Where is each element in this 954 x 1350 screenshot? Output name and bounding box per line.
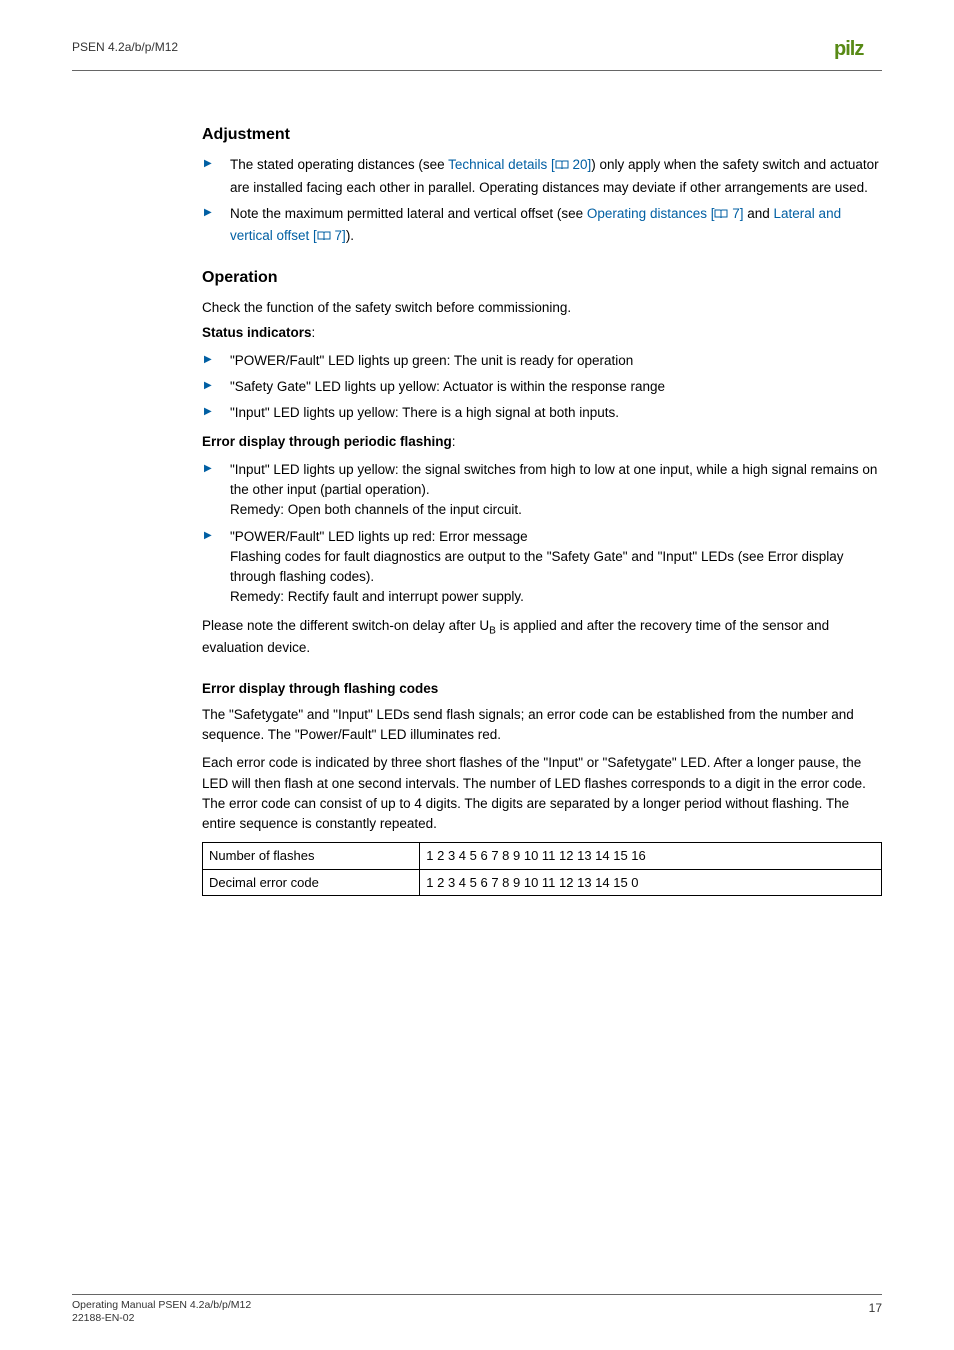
list-item: "POWER/Fault" LED lights up red: Error m… <box>202 527 882 608</box>
table-cell-label: Decimal error code <box>203 869 420 896</box>
error-flash-label: Error display through periodic flashing: <box>202 432 882 452</box>
table-row: Decimal error code 1 2 3 4 5 6 7 8 9 10 … <box>203 869 882 896</box>
status-indicators-list: "POWER/Fault" LED lights up green: The u… <box>202 351 882 424</box>
flash-codes-table: Number of flashes 1 2 3 4 5 6 7 8 9 10 1… <box>202 842 882 896</box>
page-footer: Operating Manual PSEN 4.2a/b/p/M12 22188… <box>72 1294 882 1326</box>
list-item: Note the maximum permitted lateral and v… <box>202 204 882 249</box>
heading-adjustment: Adjustment <box>202 123 882 147</box>
heading-flash-codes: Error display through flashing codes <box>202 679 882 699</box>
flash-codes-p1: The "Safetygate" and "Input" LEDs send f… <box>202 705 882 746</box>
link-technical-details[interactable]: Technical details [ 20] <box>448 157 591 172</box>
heading-operation: Operation <box>202 266 882 290</box>
list-item: "POWER/Fault" LED lights up green: The u… <box>202 351 882 371</box>
adjustment-list: The stated operating distances (see Tech… <box>202 155 882 248</box>
footer-doc-number: 22188-EN-02 <box>72 1312 251 1326</box>
list-item: The stated operating distances (see Tech… <box>202 155 882 198</box>
book-icon <box>714 206 728 226</box>
text: The stated operating distances (see <box>230 157 448 172</box>
operation-intro: Check the function of the safety switch … <box>202 298 882 318</box>
text: Note the maximum permitted lateral and v… <box>230 206 587 221</box>
text: ). <box>346 228 354 243</box>
text: and <box>744 206 774 221</box>
table-cell-label: Number of flashes <box>203 843 420 870</box>
page-header: PSEN 4.2a/b/p/M12 pilz <box>72 38 882 71</box>
footer-left: Operating Manual PSEN 4.2a/b/p/M12 22188… <box>72 1299 251 1326</box>
error-flash-list: "Input" LED lights up yellow: the signal… <box>202 460 882 608</box>
svg-text:pilz: pilz <box>834 38 864 60</box>
book-icon <box>555 157 569 177</box>
table-cell-value: 1 2 3 4 5 6 7 8 9 10 11 12 13 14 15 16 <box>420 843 882 870</box>
header-product: PSEN 4.2a/b/p/M12 <box>72 38 178 56</box>
brand-logo: pilz <box>834 38 882 66</box>
footer-page-number: 17 <box>869 1299 882 1326</box>
flash-codes-p2: Each error code is indicated by three sh… <box>202 753 882 834</box>
list-item: "Input" LED lights up yellow: There is a… <box>202 403 882 423</box>
page-content: Adjustment The stated operating distance… <box>202 123 882 896</box>
link-operating-distances[interactable]: Operating distances [ 7] <box>587 206 744 221</box>
list-item: "Safety Gate" LED lights up yellow: Actu… <box>202 377 882 397</box>
status-indicators-label: Status indicators: <box>202 323 882 343</box>
switch-on-note: Please note the different switch-on dela… <box>202 616 882 659</box>
list-item: "Input" LED lights up yellow: the signal… <box>202 460 882 521</box>
book-icon <box>317 228 331 248</box>
table-row: Number of flashes 1 2 3 4 5 6 7 8 9 10 1… <box>203 843 882 870</box>
footer-manual-title: Operating Manual PSEN 4.2a/b/p/M12 <box>72 1299 251 1313</box>
table-cell-value: 1 2 3 4 5 6 7 8 9 10 11 12 13 14 15 0 <box>420 869 882 896</box>
